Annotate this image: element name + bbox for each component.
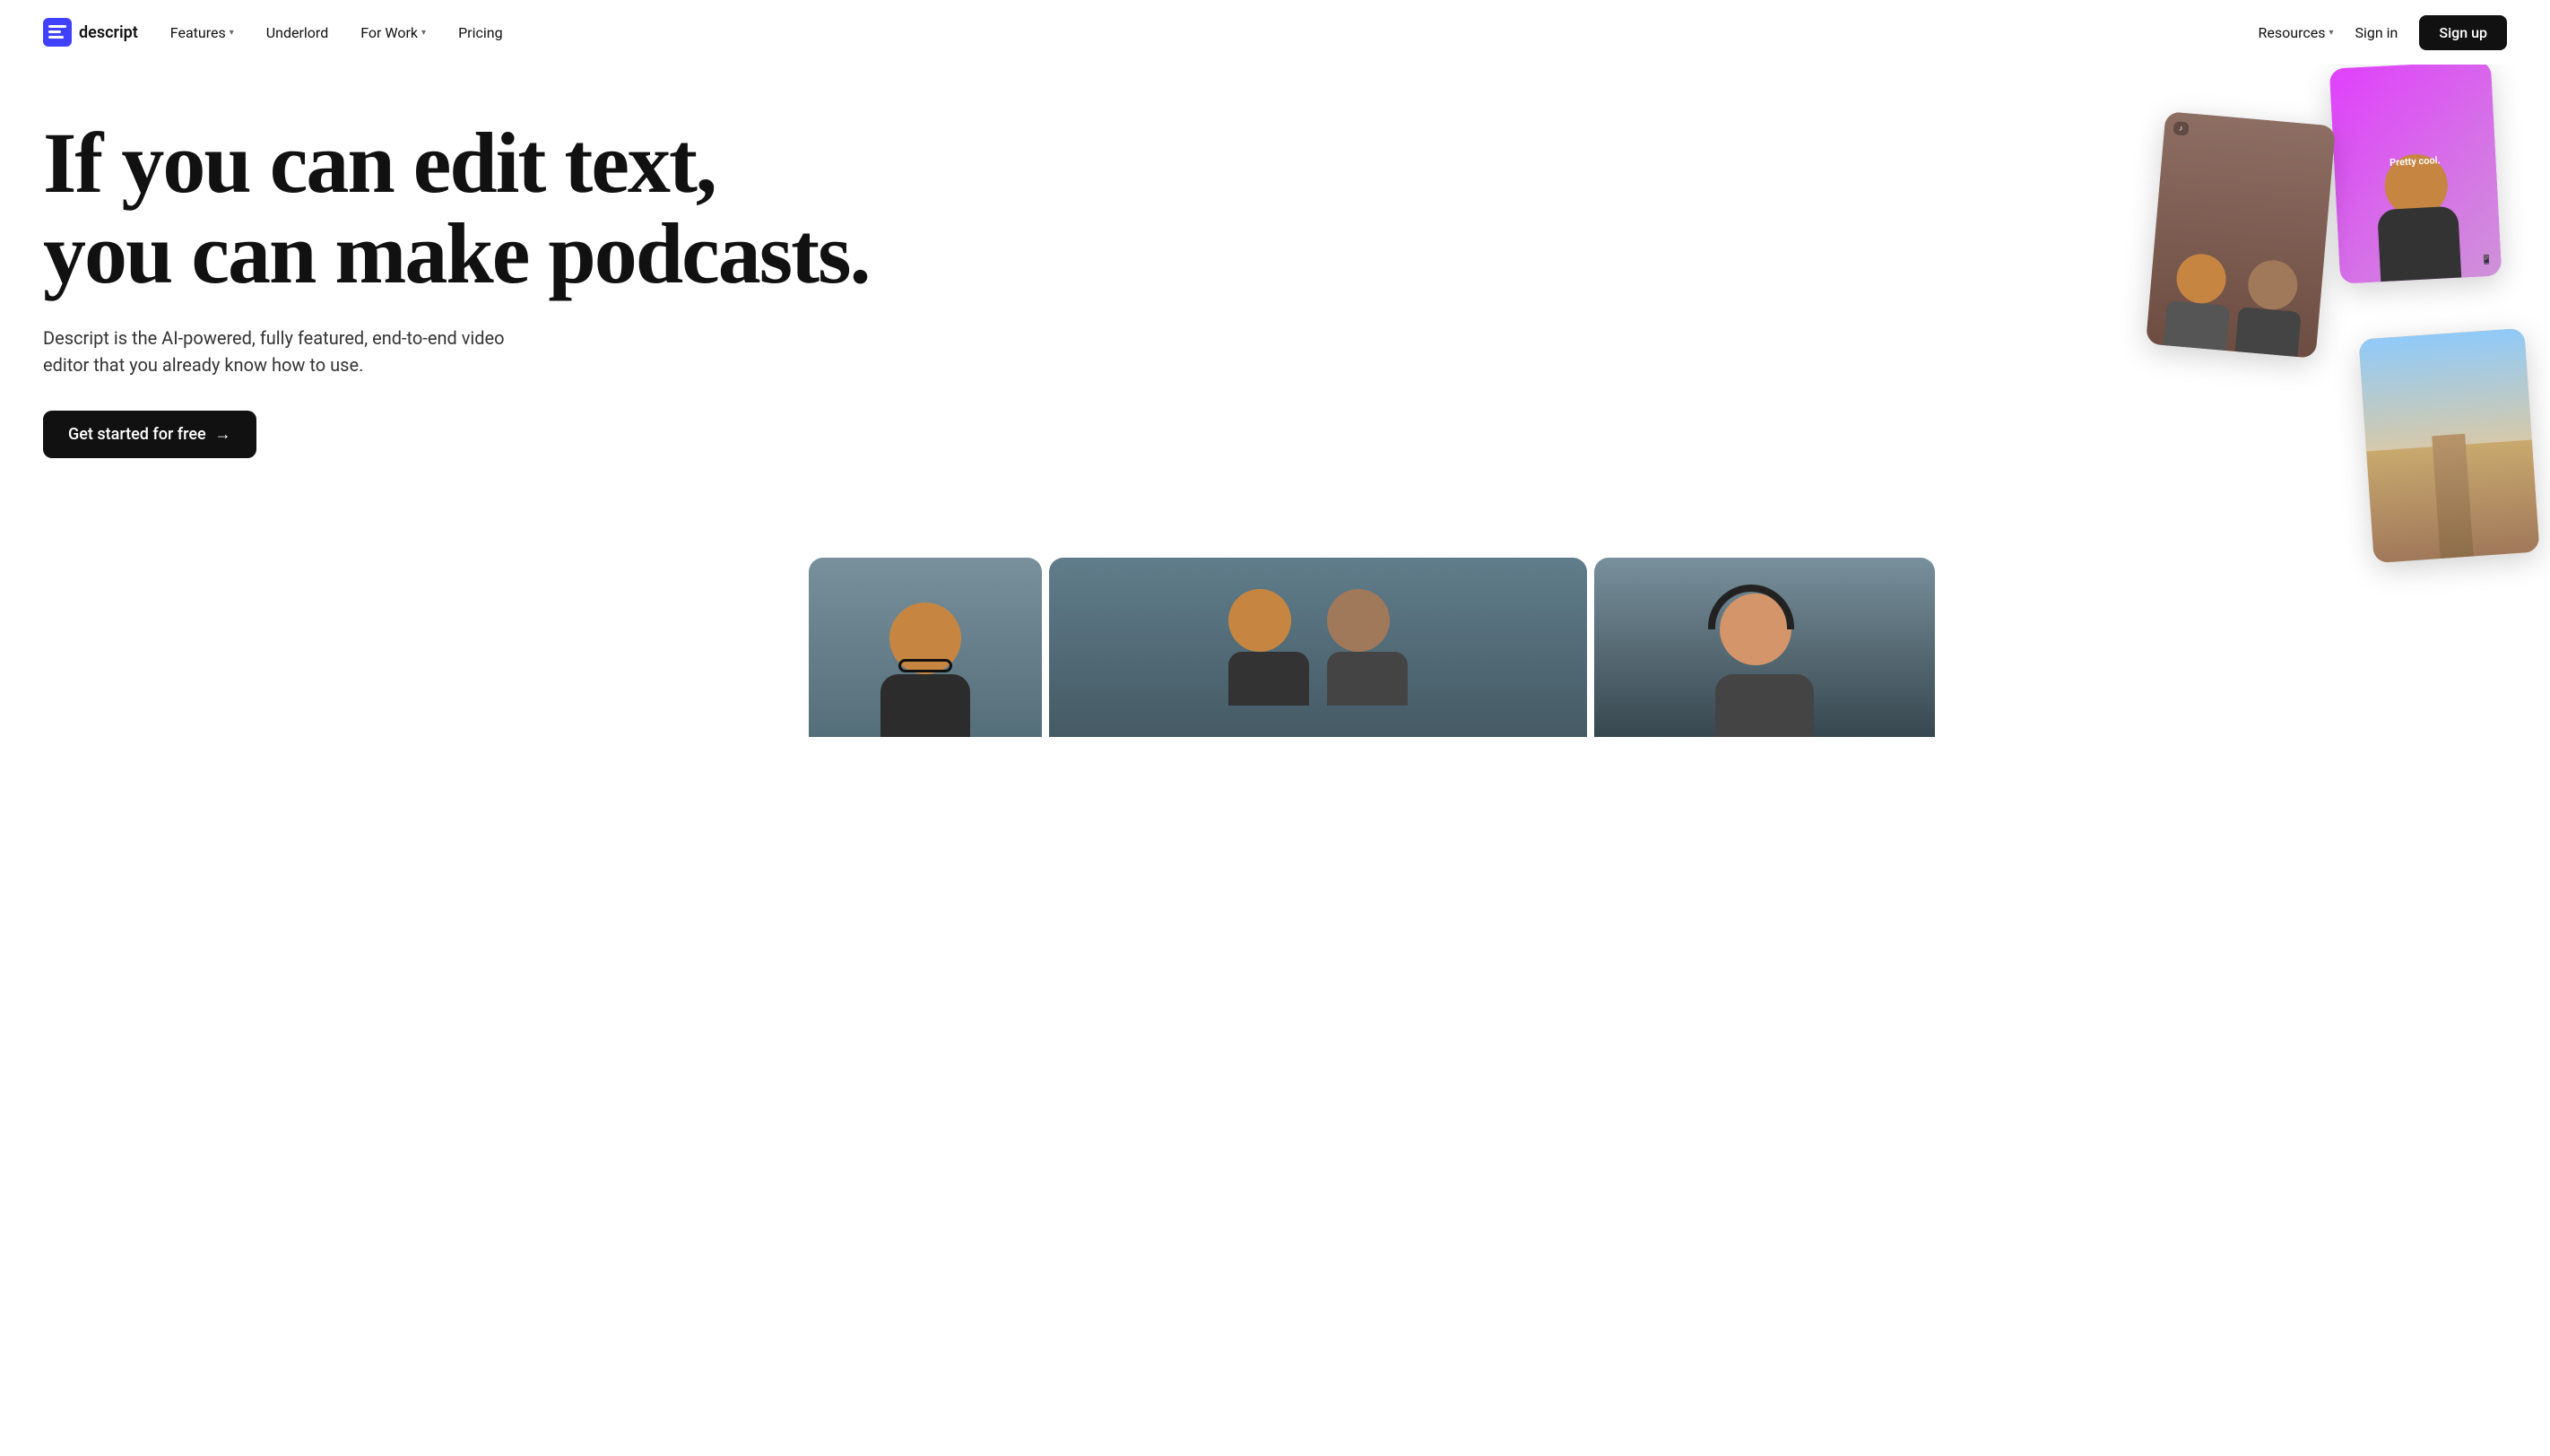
bottom-strip-cards bbox=[809, 558, 1935, 737]
nav-underlord[interactable]: Underlord bbox=[266, 24, 328, 41]
nav-resources[interactable]: Resources ▾ bbox=[2259, 24, 2334, 41]
navigation: descript Features ▾ Underlord For Work ▾… bbox=[0, 0, 2550, 65]
strip-card-3 bbox=[1594, 558, 1935, 737]
card1-label: Pretty cool. bbox=[2390, 154, 2441, 169]
tiktok-label: 📱 bbox=[2481, 256, 2493, 266]
chevron-down-icon-resources: ▾ bbox=[2329, 28, 2333, 38]
nav-right: Resources ▾ Sign in Sign up bbox=[2259, 15, 2507, 50]
sign-in-link[interactable]: Sign in bbox=[2355, 24, 2398, 41]
strip-card-2 bbox=[1049, 558, 1587, 737]
sign-up-button[interactable]: Sign up bbox=[2419, 15, 2507, 50]
hero-section: If you can edit text, you can make podca… bbox=[0, 65, 2550, 737]
image-card-2: ♪ bbox=[2146, 111, 2336, 359]
logo-text: descript bbox=[79, 23, 138, 42]
cta-button[interactable]: Get started for free → bbox=[43, 411, 256, 458]
nav-features[interactable]: Features ▾ bbox=[170, 24, 234, 41]
logo[interactable]: descript bbox=[43, 18, 138, 47]
headline-line2: you can make podcasts. bbox=[43, 205, 875, 301]
image-card-1: Pretty cool. 📱 bbox=[2329, 65, 2502, 284]
chevron-down-icon-work: ▾ bbox=[421, 28, 426, 38]
hero-headline: If you can edit text, you can make podca… bbox=[43, 118, 1644, 299]
arrow-icon: → bbox=[215, 425, 231, 444]
text-cursor bbox=[871, 213, 875, 294]
strip-card-1 bbox=[809, 558, 1042, 737]
chevron-down-icon: ▾ bbox=[230, 28, 234, 38]
hero-text: If you can edit text, you can make podca… bbox=[43, 118, 1644, 458]
nav-for-work[interactable]: For Work ▾ bbox=[360, 24, 426, 41]
nav-pricing[interactable]: Pricing bbox=[458, 24, 503, 41]
logo-icon bbox=[43, 18, 72, 47]
nav-left: descript Features ▾ Underlord For Work ▾… bbox=[43, 18, 503, 47]
card2-tag: ♪ bbox=[2173, 121, 2189, 135]
image-card-3 bbox=[2359, 328, 2540, 563]
hero-subtitle: Descript is the AI-powered, fully featur… bbox=[43, 325, 545, 378]
